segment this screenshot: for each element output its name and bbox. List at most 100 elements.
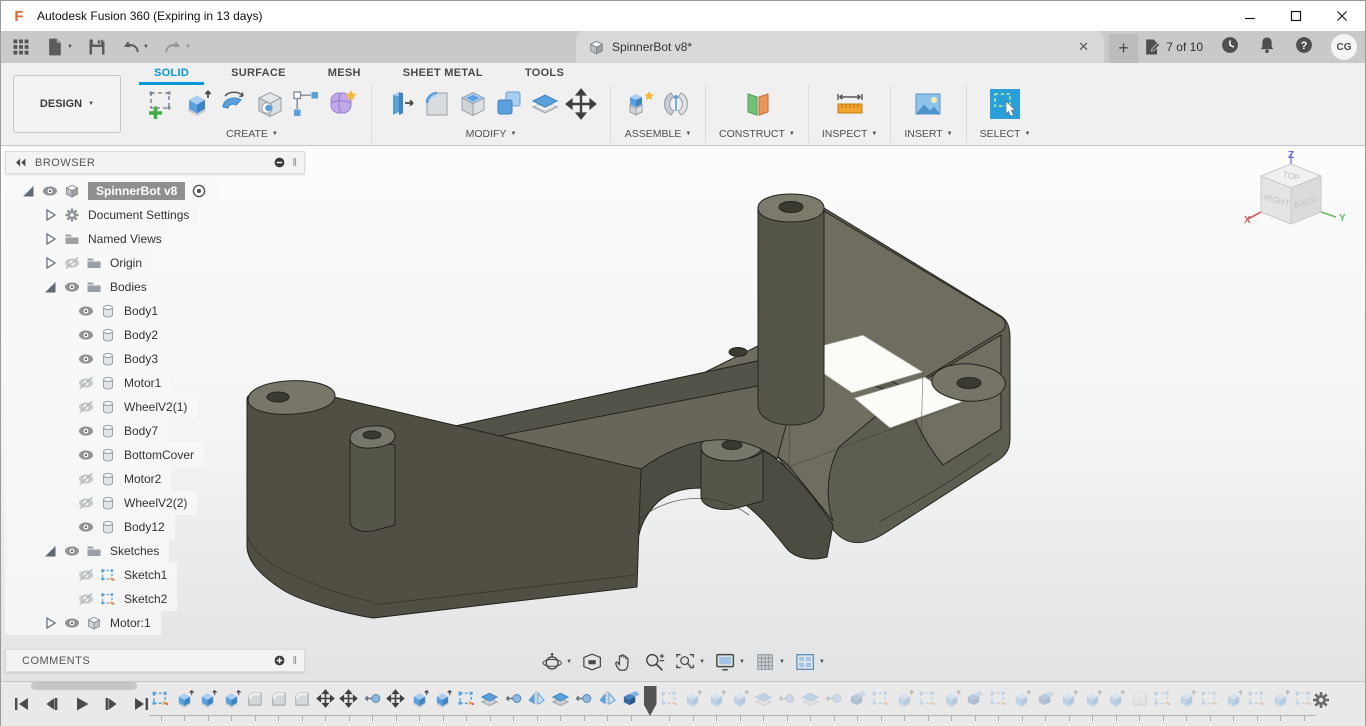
tree-item-label[interactable]: Motor1 (124, 376, 161, 390)
tree-item-label[interactable]: Bodies (110, 280, 147, 294)
save-button[interactable] (85, 35, 109, 59)
panel-grip-handle[interactable]: ‖ (292, 157, 296, 169)
expander-slot[interactable] (19, 183, 37, 199)
tree-item-label[interactable]: Body3 (124, 352, 158, 366)
zoom-button[interactable] (643, 651, 665, 673)
fit-button[interactable]: ▼ (674, 651, 705, 673)
browser-header[interactable]: BROWSER ‖ (5, 151, 305, 174)
visibility-toggle[interactable] (77, 375, 95, 391)
tree-item-label[interactable]: WheelV2(2) (124, 496, 187, 510)
timeline-feature-move[interactable] (384, 686, 408, 722)
tree-item-label[interactable]: Origin (110, 256, 142, 270)
timeline-feature-extrude[interactable] (1010, 686, 1034, 722)
visibility-toggle[interactable] (77, 303, 95, 319)
timeline-feature-extrude[interactable] (173, 686, 197, 722)
timeline-feature-sketch[interactable] (149, 686, 173, 722)
timeline-feature-extrude[interactable] (196, 686, 220, 722)
timeline-feature-extrude[interactable] (1057, 686, 1081, 722)
timeline-feature-joint[interactable] (572, 686, 596, 722)
timeline-playhead[interactable] (644, 686, 657, 716)
timeline-feature-move[interactable] (337, 686, 361, 722)
pan-button[interactable] (612, 651, 634, 673)
new-tab-button[interactable]: + (1109, 34, 1138, 63)
minimize-button[interactable] (1227, 1, 1273, 31)
display-settings-button[interactable]: ▼ (714, 651, 745, 673)
close-button[interactable] (1319, 1, 1365, 31)
visibility-toggle[interactable] (77, 423, 95, 439)
timeline-feature-mirror[interactable] (525, 686, 549, 722)
split-body-button[interactable] (529, 88, 561, 125)
grid-settings-button[interactable]: ▼ (754, 651, 785, 673)
timeline-feature-sketch[interactable] (1245, 686, 1269, 722)
timeline-feature-extrude[interactable] (220, 686, 244, 722)
ribbon-group-label[interactable]: MODIFY▼ (466, 128, 517, 140)
timeline-scrollbar[interactable] (31, 682, 137, 690)
visibility-toggle[interactable] (63, 615, 81, 631)
timeline-feature-split[interactable] (799, 686, 823, 722)
timeline-feature-fillet[interactable] (243, 686, 267, 722)
timeline-feature-extrude[interactable] (1269, 686, 1293, 722)
expander-slot[interactable] (41, 255, 59, 271)
ribbon-tab-mesh[interactable]: MESH (313, 63, 376, 85)
collapse-panel-icon[interactable] (14, 156, 27, 169)
timeline-feature-split[interactable] (752, 686, 776, 722)
visibility-toggle[interactable] (63, 279, 81, 295)
ribbon-group-label[interactable]: ASSEMBLE▼ (625, 128, 692, 140)
tree-item-named-views[interactable]: Named Views (5, 227, 172, 251)
timeline-feature-extrude[interactable] (681, 686, 705, 722)
tree-item-label[interactable]: Sketch2 (124, 592, 167, 606)
tree-item-motor-1[interactable]: Motor:1 (5, 611, 161, 635)
extensions-clock-button[interactable] (1220, 35, 1240, 60)
ribbon-group-label[interactable]: SELECT▼ (980, 128, 1031, 140)
tree-item-document-settings[interactable]: Document Settings (5, 203, 199, 227)
timeline-feature-extrude[interactable] (728, 686, 752, 722)
app-launcher-button[interactable] (9, 35, 33, 59)
ribbon-group-label[interactable]: INSERT▼ (904, 128, 952, 140)
tree-item-label[interactable]: Body1 (124, 304, 158, 318)
workspace-selector[interactable]: DESIGN ▼ (13, 75, 121, 133)
look-at-button[interactable] (581, 651, 603, 673)
tree-item-label[interactable]: Motor:1 (110, 616, 151, 630)
job-status-button[interactable]: 7 of 10 (1142, 37, 1203, 57)
visibility-toggle[interactable] (77, 591, 95, 607)
tree-item-motor1[interactable]: Motor1 (5, 371, 171, 395)
timeline-feature-combine[interactable] (846, 686, 870, 722)
revolve-button[interactable] (218, 88, 250, 125)
step-back-button[interactable] (39, 692, 63, 721)
tree-item-wheelv2-2[interactable]: WheelV2(2) (5, 491, 197, 515)
expander-slot[interactable] (41, 279, 59, 295)
visibility-toggle[interactable] (77, 447, 95, 463)
tree-item-sketch1[interactable]: Sketch1 (5, 563, 177, 587)
expander-slot[interactable] (41, 543, 59, 559)
panel-grip-handle[interactable]: ‖ (292, 655, 296, 667)
timeline-feature-extrude[interactable] (431, 686, 455, 722)
add-comment-icon[interactable] (273, 654, 286, 667)
tree-item-label[interactable]: SpinnerBot v8 (88, 182, 185, 200)
timeline-feature-extrude[interactable] (705, 686, 729, 722)
tree-item-spinnerbot-v8[interactable]: SpinnerBot v8 (5, 179, 217, 203)
timeline-feature-extrude[interactable] (893, 686, 917, 722)
ribbon-tab-sheet-metal[interactable]: SHEET METAL (388, 63, 498, 85)
tree-item-label[interactable]: Body12 (124, 520, 165, 534)
redo-button[interactable]: ▼ (161, 35, 193, 59)
timeline-feature-mirror[interactable] (596, 686, 620, 722)
form-button[interactable] (326, 88, 358, 125)
undo-button[interactable]: ▼ (119, 35, 151, 59)
document-tab[interactable]: SpinnerBot v8* ✕ (576, 31, 1104, 63)
step-forward-button[interactable] (99, 692, 123, 721)
visibility-toggle[interactable] (63, 255, 81, 271)
ribbon-tab-solid[interactable]: SOLID (139, 63, 204, 85)
tree-item-label[interactable]: Motor2 (124, 472, 161, 486)
timeline-feature-combine[interactable] (1034, 686, 1058, 722)
timeline-feature-fillet[interactable] (290, 686, 314, 722)
notifications-button[interactable] (1257, 35, 1277, 60)
timeline-feature-combine[interactable] (963, 686, 987, 722)
timeline-feature-extrude[interactable] (940, 686, 964, 722)
visibility-toggle[interactable] (41, 183, 59, 199)
visibility-toggle[interactable] (63, 543, 81, 559)
shell-button[interactable] (457, 88, 489, 125)
move-button[interactable] (565, 88, 597, 125)
visibility-toggle[interactable] (77, 567, 95, 583)
timeline-feature-sketch[interactable] (987, 686, 1011, 722)
tree-item-origin[interactable]: Origin (5, 251, 152, 275)
